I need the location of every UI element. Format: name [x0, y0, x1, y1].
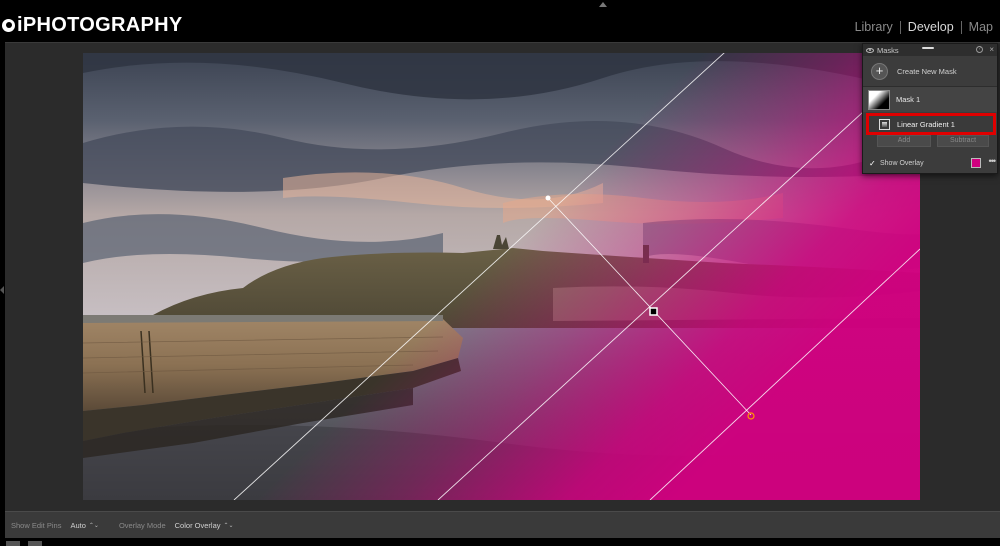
- gradient-center-pin[interactable]: [649, 307, 658, 316]
- more-icon[interactable]: •••: [989, 156, 997, 166]
- mask-add-subtract-row: Add Subtract: [863, 135, 999, 149]
- add-mask-button[interactable]: Add: [877, 135, 931, 147]
- brand-logo: iPHOTOGRAPHY: [2, 15, 182, 35]
- filmstrip-button[interactable]: [6, 541, 20, 546]
- gradient-top-pin[interactable]: [544, 194, 552, 202]
- mask-name: Mask 1: [896, 95, 921, 104]
- mask-thumbnail: [868, 89, 890, 110]
- linear-gradient-icon: [879, 118, 890, 130]
- edit-pins-select[interactable]: Auto: [70, 521, 85, 530]
- overlay-mode-select[interactable]: Color Overlay: [175, 521, 221, 530]
- create-new-mask-label: Create New Mask: [897, 66, 957, 76]
- gradient-bottom-pin[interactable]: [747, 412, 755, 420]
- show-overlay-row: ✓ Show Overlay •••: [863, 154, 999, 172]
- chevron-updown-icon[interactable]: ⌃⌄: [89, 522, 99, 529]
- overlay-mode-label: Overlay Mode: [118, 520, 166, 530]
- left-panel-toggle-icon[interactable]: [0, 286, 4, 294]
- mask-component-name: Linear Gradient 1: [897, 119, 955, 129]
- masks-panel-header[interactable]: Masks ? ×: [863, 44, 997, 56]
- masks-panel-title: Masks: [877, 45, 899, 55]
- photo-image: [83, 53, 920, 500]
- show-overlay-label: Show Overlay: [880, 159, 924, 167]
- drag-handle-icon[interactable]: [922, 47, 934, 49]
- module-picker: Library Develop Map: [848, 20, 1000, 34]
- filmstrip-bar: [0, 538, 1000, 546]
- chevron-updown-icon[interactable]: ⌃⌄: [224, 522, 234, 529]
- bottom-toolbar: Show Edit Pins Auto ⌃⌄ Overlay Mode Colo…: [5, 511, 1000, 538]
- brand-logo-icon: [2, 18, 15, 32]
- close-icon[interactable]: ×: [989, 45, 994, 54]
- top-bar: iPHOTOGRAPHY Library Develop Map: [0, 0, 1000, 42]
- top-panel-toggle-icon[interactable]: [599, 2, 607, 7]
- help-icon[interactable]: ?: [976, 46, 983, 53]
- overlay-color-swatch[interactable]: [971, 158, 981, 168]
- filmstrip-button[interactable]: [28, 541, 42, 546]
- mask-item-mask-1[interactable]: Mask 1: [863, 87, 997, 112]
- module-library[interactable]: Library: [848, 20, 900, 34]
- plus-icon[interactable]: +: [871, 62, 888, 80]
- module-develop[interactable]: Develop: [901, 20, 961, 34]
- brand-name: iPHOTOGRAPHY: [17, 14, 183, 36]
- edit-pins-label: Show Edit Pins: [11, 520, 62, 530]
- photo-canvas[interactable]: [83, 53, 920, 500]
- masks-panel: Masks ? × + Create New Mask Mask 1 Linea…: [862, 43, 998, 174]
- subtract-mask-button[interactable]: Subtract: [937, 135, 989, 147]
- eye-icon[interactable]: [866, 47, 874, 53]
- show-overlay-checkbox[interactable]: ✓: [869, 159, 876, 167]
- mask-component-linear-gradient[interactable]: Linear Gradient 1: [866, 113, 996, 135]
- create-new-mask-button[interactable]: + Create New Mask: [863, 56, 997, 87]
- module-map[interactable]: Map: [962, 20, 1000, 34]
